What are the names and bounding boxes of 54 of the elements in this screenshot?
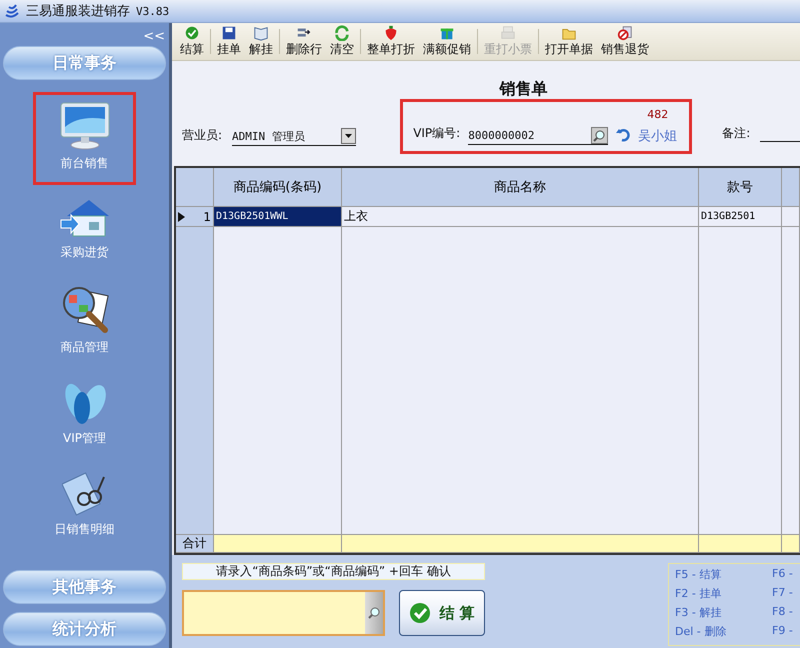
shortcut-hint: F9 - bbox=[772, 624, 794, 639]
column-header[interactable]: 商品编码(条码) bbox=[214, 168, 342, 207]
corner-header bbox=[176, 168, 214, 207]
field-label: 备注: bbox=[722, 125, 750, 142]
shortcut-hint: F8 - bbox=[772, 605, 794, 620]
column-header[interactable]: 款号 bbox=[699, 168, 782, 207]
shortcut-hint: F3 - 解挂 bbox=[675, 605, 722, 620]
barcode-input-field[interactable] bbox=[182, 590, 385, 636]
settle-button[interactable]: 结 算 bbox=[399, 590, 485, 636]
summary-label: 合计 bbox=[176, 535, 214, 553]
check-icon bbox=[409, 602, 432, 624]
row-header[interactable]: 1 bbox=[176, 207, 214, 227]
vip-number-field[interactable]: 8000000002 bbox=[468, 126, 608, 145]
toolbar-button[interactable]: 清空 bbox=[326, 25, 358, 58]
version-label: V3.83 bbox=[136, 4, 170, 18]
search-icon[interactable] bbox=[591, 126, 608, 144]
summary-cell bbox=[782, 535, 800, 553]
shortcut-hint: F6 - bbox=[772, 567, 794, 582]
shortcut-hint: F2 - 挂单 bbox=[675, 586, 722, 601]
app-logo-icon bbox=[4, 3, 20, 19]
toolbar-button[interactable]: 满额促销 bbox=[419, 25, 475, 58]
table-cell bbox=[782, 207, 800, 227]
table-cell: D13GB2501 bbox=[699, 207, 782, 227]
table-cell: 上衣 bbox=[342, 207, 699, 227]
printer-icon bbox=[499, 25, 517, 41]
table-cell: D13GB2501WWL bbox=[214, 207, 342, 227]
refresh-icon bbox=[333, 25, 351, 41]
toolbar-button[interactable]: 结算 bbox=[176, 25, 208, 58]
search-icon[interactable] bbox=[368, 607, 380, 619]
field-label: VIP编号: bbox=[413, 125, 460, 142]
toolbar-button[interactable]: 解挂 bbox=[245, 25, 277, 58]
form-title: 销售单 bbox=[500, 79, 548, 99]
toolbar-button[interactable]: 打开单据 bbox=[541, 25, 597, 58]
notebook-icon bbox=[62, 471, 108, 517]
column-header[interactable]: 商品名称 bbox=[342, 168, 699, 207]
monitor-icon bbox=[58, 101, 110, 151]
check-icon bbox=[183, 25, 201, 41]
toolbar-button[interactable]: 销售退货 bbox=[597, 25, 653, 58]
member-name: 吴小姐 bbox=[638, 128, 678, 145]
input-hint: 请录入“商品条码”或“商品编码” +回车 确认 bbox=[182, 563, 485, 580]
field-label: 营业员: bbox=[182, 127, 222, 144]
shortcut-hint: Del - 删除 bbox=[675, 624, 728, 639]
row-pointer-icon bbox=[178, 212, 185, 222]
book-icon bbox=[252, 25, 270, 41]
toolbar-button[interactable]: 挂单 bbox=[213, 25, 245, 58]
points-value: 482 bbox=[647, 108, 668, 121]
toolbar-button[interactable]: 删除行 bbox=[282, 25, 326, 58]
undo-icon[interactable] bbox=[616, 128, 630, 142]
shortcut-hint: F7 - bbox=[772, 586, 794, 601]
shortcut-hint: F5 - 结算 bbox=[675, 567, 722, 582]
prohibited-icon bbox=[616, 25, 634, 41]
salesperson-dropdown[interactable]: ADMIN 管理员 bbox=[232, 127, 356, 146]
toolbar-button[interactable]: 整单打折 bbox=[363, 25, 419, 58]
window-title: 三易通服装进销存 bbox=[26, 3, 130, 20]
